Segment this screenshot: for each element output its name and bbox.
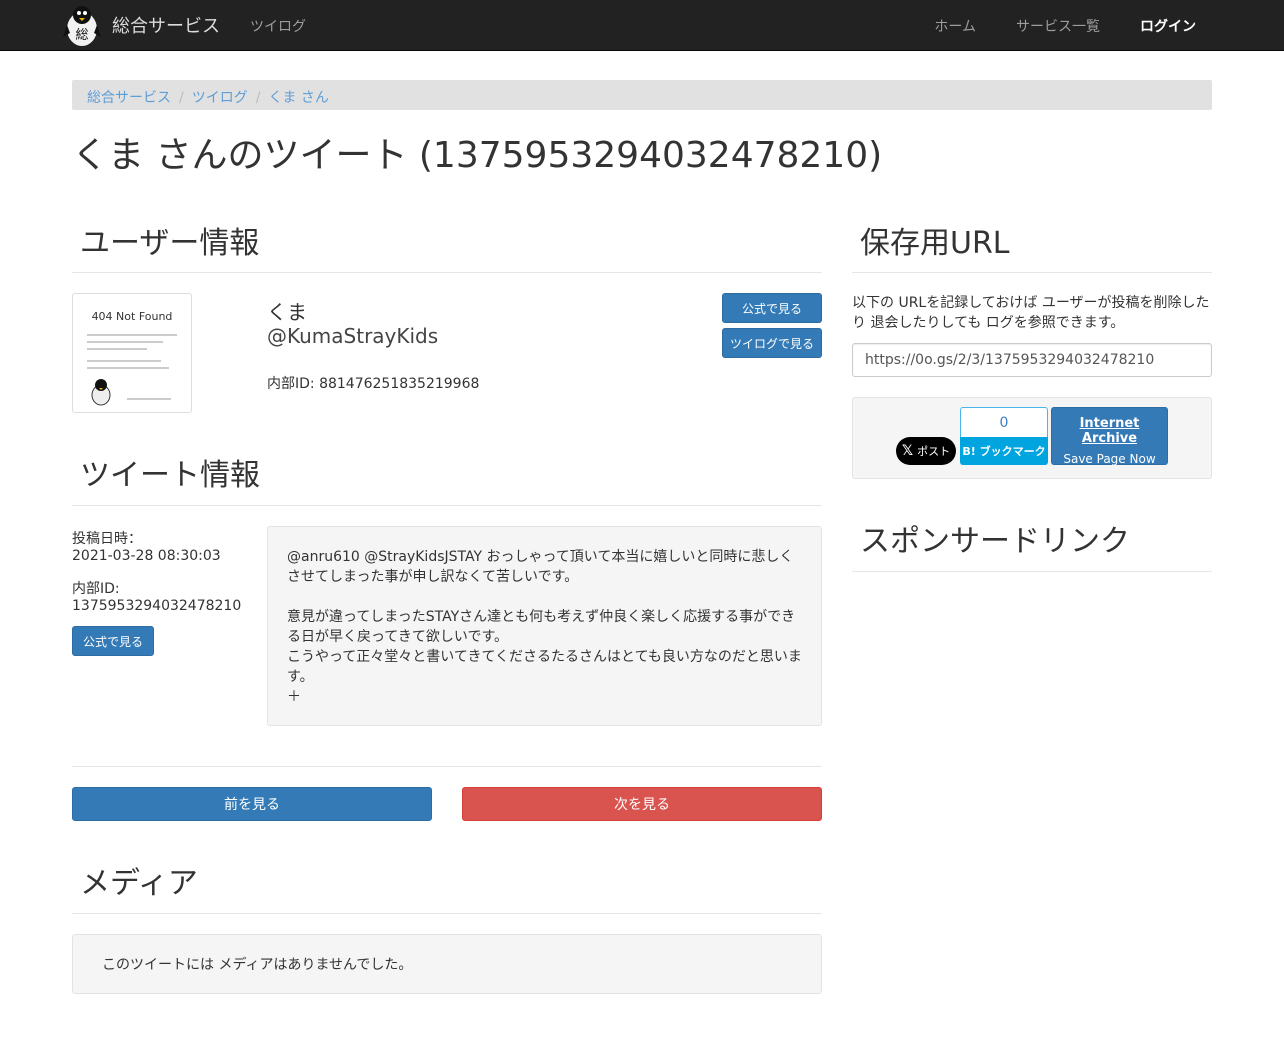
avatar-text-line	[87, 334, 177, 336]
breadcrumb: 総合サービス / ツイログ / くま さん	[72, 80, 1212, 110]
user-handle: @KumaStrayKids	[267, 324, 439, 348]
avatar: 404 Not Found	[72, 293, 192, 413]
brand-text: 総合サービス	[112, 16, 220, 37]
user-internal-id: 内部ID: 881476251835219968	[267, 376, 480, 392]
avatar-footer-line	[127, 398, 171, 400]
tweet-id-label: 内部ID:	[72, 581, 120, 597]
breadcrumb-separator: /	[255, 90, 261, 106]
avatar-text-line	[87, 360, 161, 362]
user-info-heading: ユーザー情報	[80, 226, 260, 261]
next-button[interactable]: 次を見る	[462, 787, 822, 821]
breadcrumb-item-tweelog[interactable]: ツイログ	[192, 90, 248, 106]
x-logo-icon: 𝕏	[901, 443, 914, 459]
posted-label: 投稿日時：	[72, 531, 142, 547]
penguin-icon	[91, 379, 111, 406]
breadcrumb-separator: /	[179, 90, 184, 106]
save-url-input[interactable]	[852, 343, 1212, 377]
divider	[852, 571, 1212, 572]
divider	[852, 272, 1212, 273]
avatar-error-text: 404 Not Found	[91, 310, 173, 323]
nav-item-home[interactable]: ホーム	[924, 16, 976, 36]
user-name: くま	[267, 300, 307, 324]
divider	[72, 766, 822, 767]
sponsor-heading: スポンサードリンク	[860, 524, 1130, 559]
nav-right: ホーム サービス一覧 ログイン	[924, 16, 1196, 36]
media-heading: メディア	[80, 866, 198, 901]
tweet-id-value: 1375953294032478210	[72, 598, 242, 614]
user-official-button[interactable]: 公式で見る	[722, 293, 822, 323]
svg-text:総: 総	[75, 28, 88, 43]
tweet-info-heading: ツイート情報	[80, 458, 260, 493]
penguin-logo-icon: 総	[63, 6, 101, 46]
avatar-text-line	[87, 341, 163, 343]
divider	[72, 913, 822, 914]
x-post-button[interactable]: 𝕏 ポスト	[896, 437, 956, 465]
brand-link[interactable]: 総 総合サービス	[62, 2, 220, 48]
prev-button[interactable]: 前を見る	[72, 787, 432, 821]
page-title: くま さんのツイート (1375953294032478210)	[72, 135, 883, 176]
internet-archive-button[interactable]: Internet Archive Save Page Now	[1051, 407, 1168, 466]
ia-title: Internet Archive	[1079, 416, 1140, 446]
navbar: 総 総合サービス ツイログ ホーム サービス一覧 ログイン	[0, 0, 1284, 51]
ia-subtitle: Save Page Now	[1063, 452, 1156, 466]
avatar-text-line	[87, 348, 147, 350]
tweet-text: @anru610 @StrayKidsJSTAY おっしゃって頂いて本当に嬉しい…	[267, 526, 822, 726]
avatar-text-line	[87, 367, 169, 369]
divider	[72, 505, 822, 506]
user-tweelog-button[interactable]: ツイログで見る	[722, 328, 822, 358]
posted-value: 2021-03-28 08:30:03	[72, 548, 221, 564]
save-url-description: 以下の URLを記録しておけば ユーザーが投稿を削除したり 退会したりしても ロ…	[852, 295, 1210, 331]
hatena-bookmark-button[interactable]: B! ブックマーク	[960, 437, 1048, 465]
divider	[72, 272, 822, 273]
breadcrumb-item-home[interactable]: 総合サービス	[87, 90, 171, 106]
save-url-heading: 保存用URL	[860, 226, 1010, 261]
breadcrumb-item-user[interactable]: くま さん	[268, 90, 328, 106]
nav-item-login[interactable]: ログイン	[1130, 16, 1196, 36]
tweet-official-button[interactable]: 公式で見る	[72, 626, 154, 656]
media-empty-alert: このツイートには メディアはありませんでした。	[72, 934, 822, 994]
nav-item-services[interactable]: サービス一覧	[1006, 16, 1100, 36]
hatena-bookmark-count: 0	[960, 407, 1048, 438]
nav-item-tweelog[interactable]: ツイログ	[240, 16, 306, 36]
